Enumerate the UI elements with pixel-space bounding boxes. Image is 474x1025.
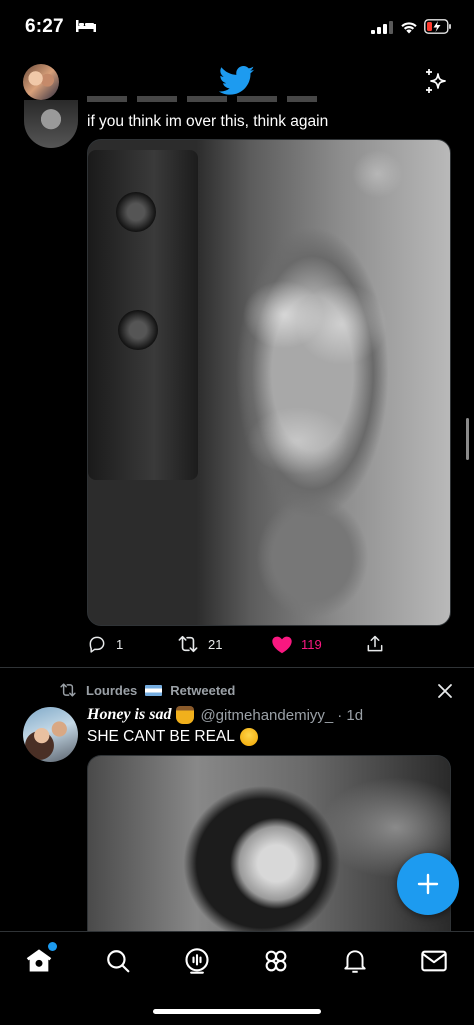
honey-pot-emoji-icon — [176, 706, 195, 724]
bag-bolt-shape — [116, 192, 156, 232]
sleep-mode-icon — [76, 20, 96, 32]
tab-search[interactable] — [102, 945, 134, 977]
tweet-time: · 1d — [337, 706, 364, 724]
reply-button[interactable]: 1 — [87, 630, 123, 658]
sparkle-icon[interactable] — [422, 66, 452, 96]
communities-icon — [265, 950, 287, 972]
status-time: 6:27 — [25, 16, 64, 37]
tweet-photo[interactable] — [87, 139, 451, 626]
battery-charging-icon — [424, 19, 451, 34]
like-button[interactable]: 119 — [272, 630, 322, 658]
notification-dot — [48, 942, 57, 951]
tweet-header-partial — [87, 96, 317, 104]
retweet-button[interactable]: 21 — [177, 630, 222, 658]
envelope-icon — [421, 950, 447, 972]
share-icon — [367, 635, 383, 652]
retweet-icon — [60, 683, 76, 697]
tab-communities[interactable] — [260, 945, 292, 977]
author-handle[interactable]: @gitmehandemiyy_ — [200, 707, 333, 724]
argentina-flag-icon — [145, 684, 163, 696]
plus-icon — [417, 873, 439, 895]
bag-bolt-shape — [118, 310, 158, 350]
tweet-photo[interactable] — [87, 755, 451, 935]
tweet-text: SHE CANT BE REAL — [87, 728, 258, 746]
like-count: 119 — [301, 636, 322, 652]
spaces-icon — [185, 948, 209, 974]
tweet-divider — [0, 667, 474, 668]
retweet-icon — [178, 635, 198, 653]
pleading-face-emoji-icon — [239, 728, 258, 746]
status-bar: 6:27 — [0, 0, 474, 56]
home-indicator[interactable] — [153, 1009, 321, 1014]
tweet-actions: 1 21 119 — [87, 630, 407, 658]
close-icon[interactable] — [437, 683, 453, 699]
cellular-signal-icon — [371, 21, 393, 34]
tab-spaces[interactable] — [181, 945, 213, 977]
tweet-header: Honey is sad @gitmehandemiyy_ · 1d — [87, 706, 363, 724]
tweet-text-content: SHE CANT BE REAL — [87, 728, 235, 745]
retweeter-name: Lourdes — [86, 682, 138, 698]
reply-icon — [89, 636, 105, 653]
home-icon — [26, 949, 52, 972]
scrollbar[interactable] — [466, 418, 469, 460]
tab-notifications[interactable] — [339, 945, 371, 977]
bell-icon — [344, 950, 366, 973]
retweeted-by-row[interactable]: Lourdes Retweeted — [58, 682, 235, 698]
share-button[interactable] — [365, 630, 385, 658]
tab-messages[interactable] — [418, 945, 450, 977]
retweeted-label: Retweeted — [170, 682, 236, 698]
tab-home[interactable] — [23, 942, 57, 977]
heart-filled-icon — [272, 636, 292, 653]
author-avatar[interactable] — [24, 100, 78, 148]
compose-tweet-button[interactable] — [397, 853, 459, 915]
tweet-text: if you think im over this, think again — [87, 113, 329, 130]
twitter-bird-icon[interactable] — [219, 66, 255, 96]
author-name[interactable]: Honey is sad — [87, 706, 171, 724]
reply-count: 1 — [116, 636, 124, 652]
retweet-count: 21 — [208, 636, 223, 652]
profile-avatar[interactable] — [23, 64, 59, 100]
search-icon — [107, 950, 130, 973]
wifi-icon — [401, 22, 417, 34]
author-avatar[interactable] — [23, 707, 78, 762]
